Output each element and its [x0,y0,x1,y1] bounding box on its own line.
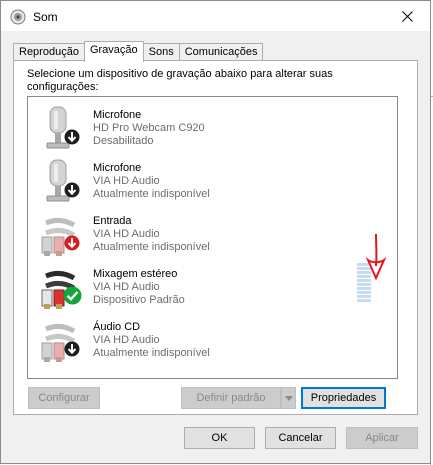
title-bar: Som [1,1,430,31]
device-status: Desabilitado [93,135,154,147]
list-item[interactable]: Áudio CD VIA HD Audio Atualmente indispo… [28,315,397,368]
tab-comunicacoes[interactable]: Comunicações [178,43,264,61]
device-status: Dispositivo Padrão [93,294,185,306]
list-item[interactable]: Microfone HD Pro Webcam C920 Desabilitad… [28,103,397,156]
set-default-button[interactable]: Definir padrão [181,387,281,409]
ok-button[interactable]: OK [184,427,255,449]
window-title: Som [33,10,58,24]
list-item[interactable]: Entrada VIA HD Audio Atualmente indispon… [28,209,397,262]
recording-device-list[interactable]: Microfone HD Pro Webcam C920 Desabilitad… [27,96,398,379]
device-driver: VIA HD Audio [93,175,160,187]
tab-strip: Reprodução Gravação Sons Comunicações [13,41,264,62]
device-status: Atualmente indisponível [93,347,210,359]
tab-reproducao[interactable]: Reprodução [13,43,85,61]
tab-gravacao[interactable]: Gravação [83,41,144,62]
device-driver: VIA HD Audio [93,334,160,346]
device-name: Microfone [93,109,142,121]
device-status: Atualmente indisponível [93,188,210,200]
device-name: Mixagem estéreo [93,268,178,280]
properties-button[interactable]: Propriedades [301,387,386,409]
down-arrow-badge-icon [64,341,80,357]
recording-tab-panel: Selecione um dispositivo de gravação aba… [13,60,418,415]
cancel-button[interactable]: Cancelar [265,427,336,449]
down-arrow-badge-icon [64,182,80,198]
list-item[interactable]: Mixagem estéreo VIA HD Audio Dispositivo… [28,262,397,315]
device-name: Microfone [93,162,142,174]
device-name: Áudio CD [93,321,141,333]
configure-button[interactable]: Configurar [28,387,100,409]
apply-button[interactable]: Aplicar [346,427,418,449]
down-arrow-badge-icon [64,129,80,145]
chevron-down-icon [284,395,293,401]
red-down-arrow-badge-icon [64,235,80,251]
green-check-badge-icon [63,286,82,305]
device-name: Entrada [93,215,132,227]
instructions-text: Selecione um dispositivo de gravação aba… [27,68,333,93]
tab-sons[interactable]: Sons [142,43,180,61]
red-arrow-annotation-icon [366,233,386,281]
speaker-icon [10,9,26,25]
device-driver: VIA HD Audio [93,228,160,240]
device-status: Atualmente indisponível [93,241,210,253]
set-default-dropdown-button[interactable] [281,387,296,409]
device-driver: HD Pro Webcam C920 [93,122,205,134]
sound-dialog: Som Reprodução Gravação Sons Comunicaçõe… [0,0,431,464]
close-icon [401,10,413,22]
close-button[interactable] [384,1,430,31]
device-driver: VIA HD Audio [93,281,160,293]
list-item[interactable]: Microfone VIA HD Audio Atualmente indisp… [28,156,397,209]
